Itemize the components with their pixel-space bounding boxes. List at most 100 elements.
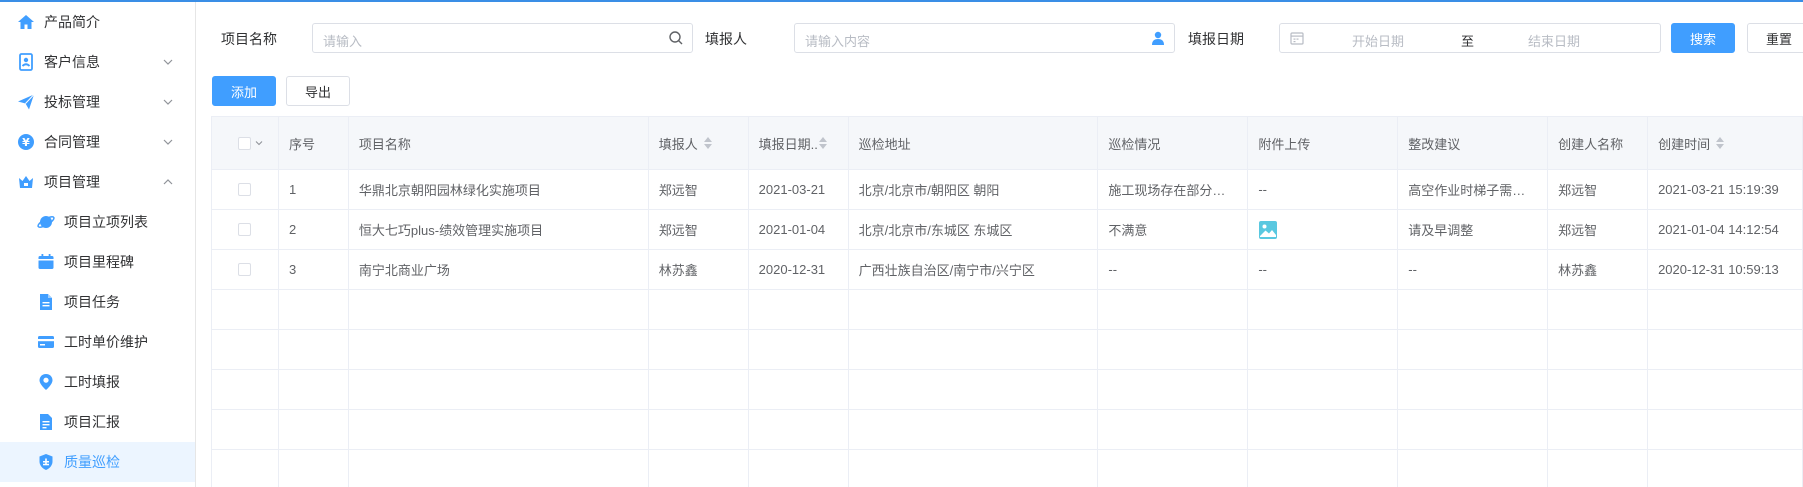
cell-reporter: 郑远智 bbox=[648, 170, 749, 210]
cell-created: 2021-01-04 14:12:54 bbox=[1648, 210, 1803, 250]
cell-created: 2021-03-21 15:19:39 bbox=[1648, 170, 1803, 210]
start-date-placeholder: 开始日期 bbox=[1352, 34, 1405, 49]
date-separator: 至 bbox=[1461, 34, 1475, 49]
sidebar-item-label: 项目汇报 bbox=[64, 414, 120, 430]
column-header-address: 巡检地址 bbox=[848, 117, 1099, 170]
sidebar-item-bidding[interactable]: 投标管理 bbox=[0, 82, 195, 122]
project-name-placeholder: 请输入 bbox=[323, 34, 363, 49]
sidebar-item-contract[interactable]: ¥ 合同管理 bbox=[0, 122, 195, 162]
sidebar-item-milestones[interactable]: 项目里程碑 bbox=[0, 242, 195, 282]
document-icon bbox=[36, 292, 56, 312]
yen-icon: ¥ bbox=[16, 132, 36, 152]
column-header-index: 序号 bbox=[278, 117, 349, 170]
sidebar-item-quality-inspection[interactable]: 质量巡检 bbox=[0, 442, 195, 482]
table-row[interactable]: 1 华鼎北京朝阳园林绿化实施项目 郑远智 2021-03-21 北京/北京市/朝… bbox=[212, 170, 1803, 210]
column-header-suggestion: 整改建议 bbox=[1398, 117, 1549, 170]
empty-table-row bbox=[212, 330, 1803, 370]
sort-icon[interactable] bbox=[703, 137, 712, 149]
chevron-up-icon bbox=[163, 179, 173, 185]
sidebar-item-label: 质量巡检 bbox=[64, 454, 120, 470]
sidebar-item-label: 项目任务 bbox=[64, 294, 120, 310]
paper-plane-icon bbox=[16, 92, 36, 112]
row-checkbox[interactable] bbox=[238, 263, 251, 276]
location-pin-icon bbox=[36, 372, 56, 392]
cell-date: 2020-12-31 bbox=[748, 250, 849, 290]
cell-date: 2021-01-04 bbox=[748, 210, 849, 250]
empty-table-row bbox=[212, 410, 1803, 450]
sort-icon[interactable] bbox=[1716, 137, 1725, 149]
table-row[interactable]: 2 恒大七巧plus-绩效管理实施项目 郑远智 2021-01-04 北京/北京… bbox=[212, 210, 1803, 250]
column-header-created-time[interactable]: 创建时间 bbox=[1648, 117, 1803, 170]
column-header-project-name: 项目名称 bbox=[348, 117, 649, 170]
reporter-input[interactable]: 请输入内容 bbox=[794, 23, 1175, 53]
reset-button[interactable]: 重置 bbox=[1747, 23, 1803, 53]
sidebar-item-label: 合同管理 bbox=[44, 134, 100, 150]
sidebar-item-hour-price[interactable]: 工时单价维护 bbox=[0, 322, 195, 362]
column-header-label: 巡检情况 bbox=[1108, 136, 1161, 152]
column-header-report-date[interactable]: 填报日期.. bbox=[748, 117, 849, 170]
cell-reporter: 林苏鑫 bbox=[648, 250, 749, 290]
sidebar-item-product-intro[interactable]: 产品简介 bbox=[0, 2, 195, 42]
contact-card-icon bbox=[16, 52, 36, 72]
svg-text:¥: ¥ bbox=[22, 136, 30, 149]
sidebar-item-project-report[interactable]: 项目汇报 bbox=[0, 402, 195, 442]
shield-icon bbox=[36, 452, 56, 472]
chevron-down-icon bbox=[163, 139, 173, 145]
cell-status: 施工现场存在部分… bbox=[1098, 170, 1249, 210]
row-checkbox[interactable] bbox=[238, 183, 251, 196]
home-icon bbox=[16, 12, 36, 32]
column-header-creator: 创建人名称 bbox=[1548, 117, 1649, 170]
column-header-status: 巡检情况 bbox=[1098, 117, 1249, 170]
cell-project: 恒大七巧plus-绩效管理实施项目 bbox=[348, 210, 649, 250]
column-header-reporter[interactable]: 填报人 bbox=[648, 117, 749, 170]
column-header-label: 填报日期.. bbox=[758, 136, 818, 152]
column-header-attachment: 附件上传 bbox=[1248, 117, 1399, 170]
report-date-label: 填报日期 bbox=[1188, 31, 1244, 47]
sort-icon[interactable] bbox=[818, 137, 827, 149]
column-header-label: 巡检地址 bbox=[858, 136, 911, 152]
sidebar-item-label: 投标管理 bbox=[44, 94, 100, 110]
reporter-placeholder: 请输入内容 bbox=[805, 34, 871, 49]
search-button[interactable]: 搜索 bbox=[1671, 23, 1735, 53]
sidebar-item-label: 项目立项列表 bbox=[64, 214, 148, 230]
chevron-down-icon[interactable] bbox=[254, 138, 264, 148]
cell-date: 2021-03-21 bbox=[748, 170, 849, 210]
sidebar: 产品简介 客户信息 投标管理 ¥ 合同管理 项目管理 项目立项列表 项目里程碑 … bbox=[0, 2, 196, 487]
select-all-cell[interactable] bbox=[212, 117, 279, 170]
calendar-icon bbox=[36, 252, 56, 272]
cell-suggestion: 请及早调整 bbox=[1398, 210, 1549, 250]
column-header-label: 序号 bbox=[288, 136, 315, 152]
sidebar-item-hour-report[interactable]: 工时填报 bbox=[0, 362, 195, 402]
project-name-label: 项目名称 bbox=[221, 31, 277, 47]
table-row[interactable]: 3 南宁北商业广场 林苏鑫 2020-12-31 广西壮族自治区/南宁市/兴宁区… bbox=[212, 250, 1803, 290]
cell-attachment[interactable] bbox=[1248, 210, 1399, 250]
date-range-picker[interactable]: 开始日期 至 结束日期 bbox=[1279, 23, 1661, 53]
column-header-label: 创建人名称 bbox=[1558, 136, 1624, 152]
column-header-label: 整改建议 bbox=[1408, 136, 1461, 152]
add-button[interactable]: 添加 bbox=[212, 76, 276, 106]
sidebar-item-project-tasks[interactable]: 项目任务 bbox=[0, 282, 195, 322]
sidebar-item-project-management[interactable]: 项目管理 bbox=[0, 162, 195, 202]
cell-address: 北京/北京市/朝阳区 朝阳 bbox=[848, 170, 1099, 210]
cell-attachment: -- bbox=[1248, 170, 1399, 210]
cell-creator: 郑远智 bbox=[1548, 210, 1649, 250]
cell-creator: 林苏鑫 bbox=[1548, 250, 1649, 290]
export-button[interactable]: 导出 bbox=[286, 76, 350, 106]
project-name-input[interactable]: 请输入 bbox=[312, 23, 693, 53]
cell-suggestion: 高空作业时梯子需… bbox=[1398, 170, 1549, 210]
row-checkbox[interactable] bbox=[238, 223, 251, 236]
select-all-checkbox[interactable] bbox=[238, 136, 251, 150]
chevron-down-icon bbox=[163, 99, 173, 105]
sidebar-item-customer-info[interactable]: 客户信息 bbox=[0, 42, 195, 82]
sidebar-item-project-list[interactable]: 项目立项列表 bbox=[0, 202, 195, 242]
cell-index: 3 bbox=[278, 250, 349, 290]
crown-box-icon bbox=[16, 172, 36, 192]
sidebar-item-label: 工时单价维护 bbox=[64, 334, 148, 350]
sidebar-item-label: 产品简介 bbox=[44, 14, 100, 30]
column-header-label: 创建时间 bbox=[1658, 136, 1711, 152]
cell-address: 广西壮族自治区/南宁市/兴宁区 bbox=[848, 250, 1099, 290]
reporter-label: 填报人 bbox=[705, 31, 747, 47]
image-icon[interactable] bbox=[1258, 220, 1278, 240]
cell-status: -- bbox=[1098, 250, 1249, 290]
planet-icon bbox=[36, 212, 56, 232]
